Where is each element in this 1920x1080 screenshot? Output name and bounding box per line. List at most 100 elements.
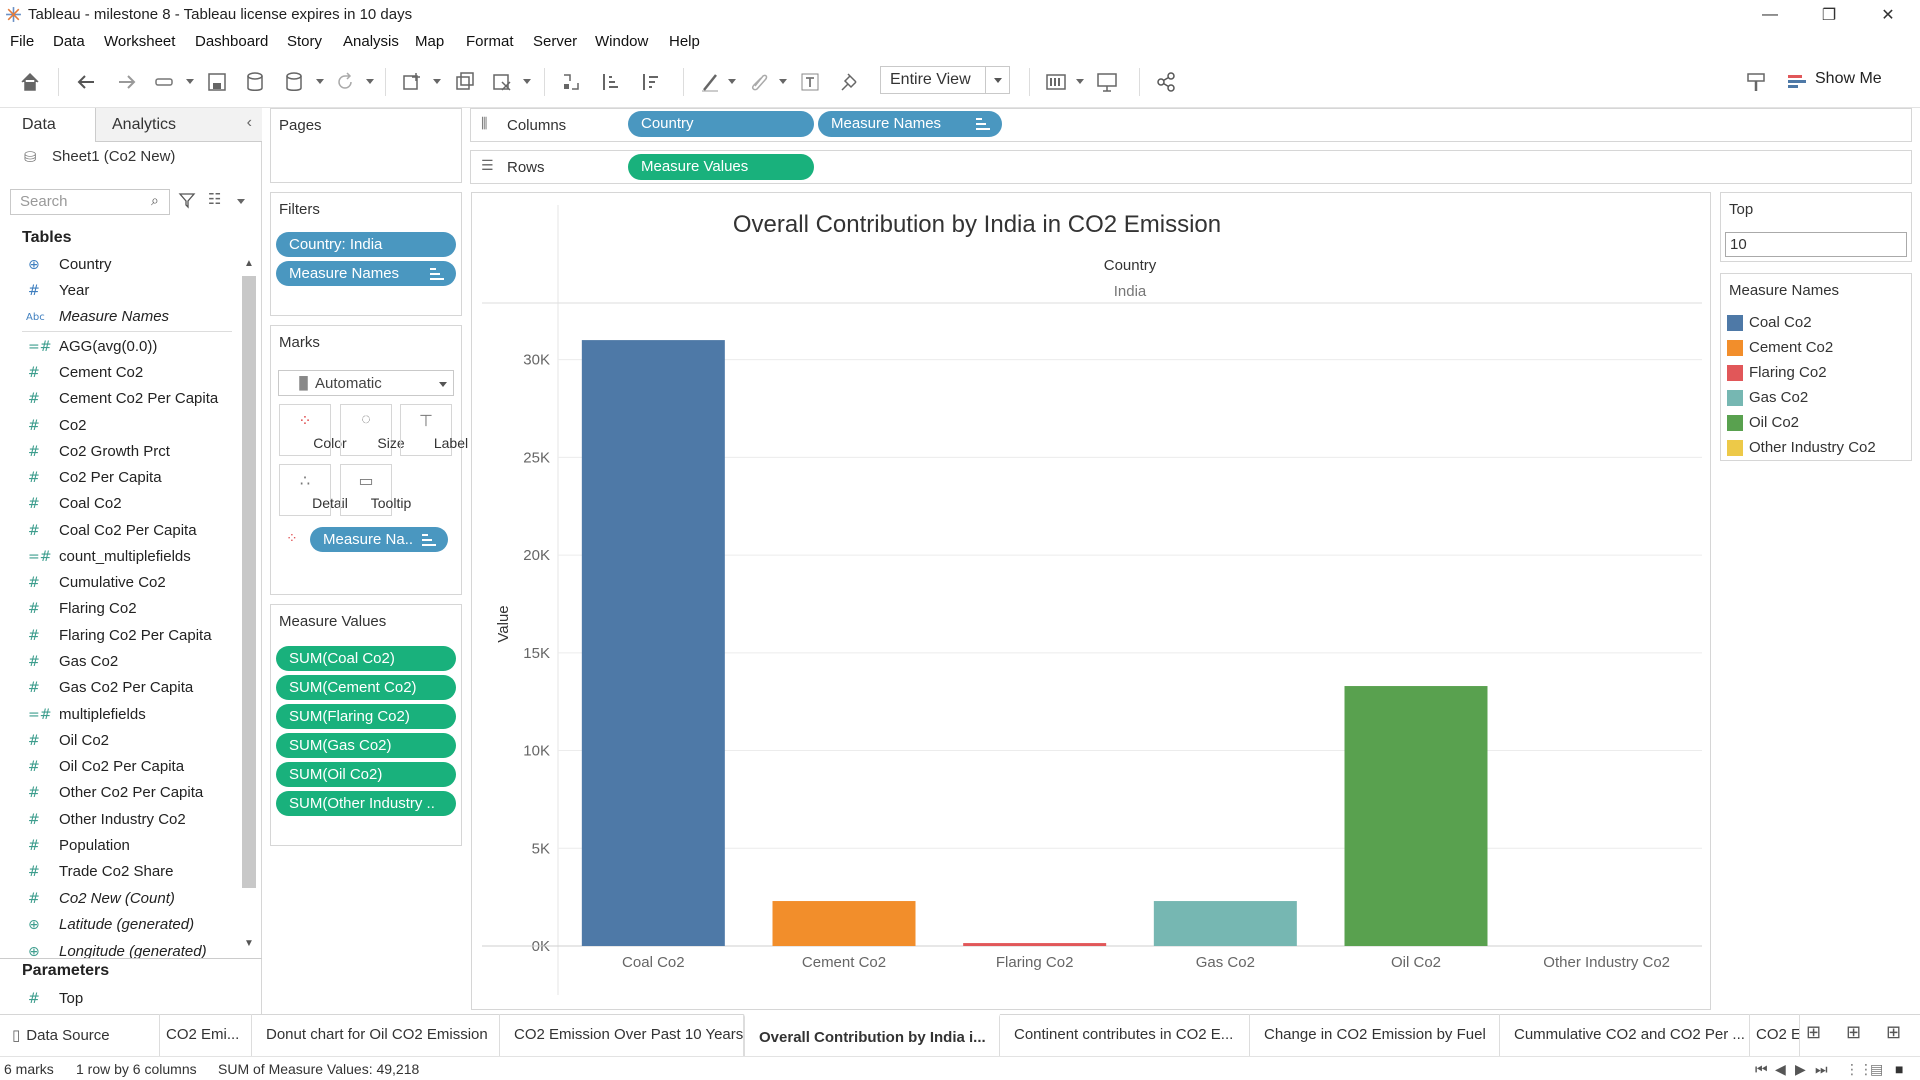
menu-data[interactable]: Data bbox=[53, 33, 85, 50]
tab-analytics[interactable]: Analytics ‹ bbox=[96, 108, 262, 142]
scroll-up-icon[interactable]: ▲ bbox=[242, 258, 256, 274]
measure-value-pill[interactable]: SUM(Gas Co2) bbox=[276, 733, 456, 758]
color-pill-measure-names[interactable]: Measure Na.. bbox=[310, 527, 448, 552]
duplicate-sheet-icon[interactable] bbox=[452, 69, 478, 95]
fit-dropdown[interactable]: Entire View bbox=[880, 66, 1010, 94]
tab-data[interactable]: Data bbox=[0, 108, 96, 142]
field-item[interactable]: # Co2 Per Capita bbox=[0, 466, 235, 492]
menu-format[interactable]: Format bbox=[466, 33, 514, 50]
last-sheet-icon[interactable]: ⏭ bbox=[1815, 1061, 1828, 1078]
save-icon[interactable] bbox=[204, 69, 230, 95]
new-dashboard-tab-icon[interactable]: ⊞ bbox=[1846, 1022, 1861, 1043]
filter-icon[interactable] bbox=[178, 191, 196, 213]
color-button[interactable]: ⁘ Color bbox=[279, 404, 347, 456]
measure-value-pill[interactable]: SUM(Oil Co2) bbox=[276, 762, 456, 787]
refresh-dropdown-icon[interactable] bbox=[366, 79, 374, 84]
search-icon[interactable]: ⌕ bbox=[151, 192, 159, 209]
column-pill-measure-names[interactable]: Measure Names bbox=[818, 111, 1002, 137]
filter-pill-measure-names[interactable]: Measure Names bbox=[276, 261, 456, 286]
view-list-icon[interactable]: ☷ bbox=[208, 190, 221, 208]
scrollbar-thumb[interactable] bbox=[242, 276, 256, 888]
pause-updates-icon[interactable] bbox=[282, 69, 308, 95]
sheet-tab[interactable]: Donut chart for Oil CO2 Emission bbox=[252, 1014, 500, 1056]
mark-type-dropdown[interactable]: ▐▌ Automatic bbox=[278, 370, 454, 396]
format-painter-icon[interactable] bbox=[1743, 69, 1769, 95]
highlight-icon[interactable] bbox=[697, 69, 723, 95]
field-item[interactable]: # Other Industry Co2 bbox=[0, 808, 235, 834]
sheet-sorter-icon[interactable]: ⋮⋮ bbox=[1845, 1061, 1873, 1078]
field-item[interactable]: =# count_multiplefields bbox=[0, 545, 235, 571]
clear-sheet-icon[interactable] bbox=[489, 69, 515, 95]
menu-server[interactable]: Server bbox=[533, 33, 577, 50]
measure-value-pill[interactable]: SUM(Coal Co2) bbox=[276, 646, 456, 671]
view-dropdown-icon[interactable] bbox=[237, 199, 245, 204]
new-worksheet-dropdown-icon[interactable] bbox=[433, 79, 441, 84]
parameter-top[interactable]: # Top bbox=[0, 987, 235, 1013]
pages-shelf[interactable]: Pages bbox=[270, 108, 462, 183]
field-item[interactable]: # Co2 New (Count) bbox=[0, 887, 235, 913]
field-item[interactable]: Abc Measure Names bbox=[0, 305, 235, 331]
undo-icon[interactable] bbox=[74, 69, 100, 95]
menu-map[interactable]: Map bbox=[415, 33, 444, 50]
refresh-icon[interactable] bbox=[332, 69, 358, 95]
sheet-tab[interactable]: CO2 Emi... bbox=[160, 1014, 252, 1056]
row-pill-measure-values[interactable]: Measure Values bbox=[628, 154, 814, 180]
swap-rows-columns-icon[interactable] bbox=[558, 69, 584, 95]
minimize-button[interactable]: — bbox=[1741, 0, 1799, 30]
swap-dropdown-icon[interactable] bbox=[186, 79, 194, 84]
group-members-icon[interactable] bbox=[746, 69, 772, 95]
top-parameter-input[interactable]: 10 bbox=[1725, 232, 1907, 257]
previous-sheet-icon[interactable]: ◀ bbox=[1775, 1061, 1786, 1078]
search-input[interactable]: Search bbox=[10, 189, 170, 215]
new-story-tab-icon[interactable]: ⊞ bbox=[1886, 1022, 1901, 1043]
sheet-tab[interactable]: Continent contributes in CO2 E... bbox=[1000, 1014, 1250, 1056]
datasource-name[interactable]: Sheet1 (Co2 New) bbox=[52, 148, 175, 165]
sort-ascending-icon[interactable] bbox=[598, 69, 624, 95]
field-item[interactable]: # Co2 bbox=[0, 414, 235, 440]
field-item[interactable]: # Cement Co2 bbox=[0, 361, 235, 387]
scroll-down-icon[interactable]: ▼ bbox=[242, 938, 256, 954]
bar-chart[interactable]: CountryIndiaValue0K5K10K15K20K25K30KCoal… bbox=[472, 193, 1710, 1009]
new-datasource-icon[interactable] bbox=[243, 69, 269, 95]
field-item[interactable]: ⊕ Latitude (generated) bbox=[0, 913, 235, 939]
field-item[interactable]: # Gas Co2 bbox=[0, 650, 235, 676]
new-worksheet-tab-icon[interactable]: ⊞ bbox=[1806, 1022, 1821, 1043]
sheet-tab[interactable]: Overall Contribution by India i... bbox=[744, 1014, 1000, 1056]
tabs-view-icon[interactable]: ■ bbox=[1895, 1061, 1903, 1077]
sheet-tab[interactable]: Cummulative CO2 and CO2 Per ... bbox=[1500, 1014, 1750, 1056]
redo-icon[interactable] bbox=[113, 69, 139, 95]
field-list-scrollbar[interactable]: ▲ ▼ bbox=[242, 258, 256, 954]
field-item[interactable]: # Oil Co2 bbox=[0, 729, 235, 755]
field-item[interactable]: # Flaring Co2 Per Capita bbox=[0, 624, 235, 650]
menu-window[interactable]: Window bbox=[595, 33, 648, 50]
first-sheet-icon[interactable]: ⏮ bbox=[1755, 1061, 1768, 1078]
measure-value-pill[interactable]: SUM(Other Industry .. bbox=[276, 791, 456, 816]
sort-descending-icon[interactable] bbox=[638, 69, 664, 95]
show-me-icon[interactable] bbox=[1784, 69, 1810, 95]
field-item[interactable]: # Oil Co2 Per Capita bbox=[0, 755, 235, 781]
next-sheet-icon[interactable]: ▶ bbox=[1795, 1061, 1806, 1078]
field-item[interactable]: # Trade Co2 Share bbox=[0, 860, 235, 886]
datasource-dropdown-icon[interactable] bbox=[316, 79, 324, 84]
field-item[interactable]: =# AGG(avg(0.0)) bbox=[0, 335, 235, 361]
field-item[interactable]: # Coal Co2 bbox=[0, 492, 235, 518]
new-worksheet-icon[interactable] bbox=[399, 69, 425, 95]
show-mark-labels-icon[interactable] bbox=[797, 69, 823, 95]
field-item[interactable]: # Co2 Growth Prct bbox=[0, 440, 235, 466]
chevron-down-icon[interactable] bbox=[439, 382, 447, 387]
menu-dashboard[interactable]: Dashboard bbox=[195, 33, 268, 50]
column-pill-country[interactable]: Country bbox=[628, 111, 814, 137]
chart-view[interactable]: Overall Contribution by India in CO2 Emi… bbox=[471, 192, 1711, 1010]
filter-pill-country[interactable]: Country: India bbox=[276, 232, 456, 257]
field-item[interactable]: # Year bbox=[0, 279, 235, 305]
sheet-tab[interactable]: CO2 E bbox=[1750, 1014, 1800, 1056]
swap-icon[interactable] bbox=[152, 69, 178, 95]
measure-value-pill[interactable]: SUM(Flaring Co2) bbox=[276, 704, 456, 729]
field-item[interactable]: # Cumulative Co2 bbox=[0, 571, 235, 597]
size-button[interactable]: ◌ Size bbox=[340, 404, 405, 456]
home-icon[interactable] bbox=[17, 69, 43, 95]
tab-data-source[interactable]: ▯ Data Source bbox=[0, 1014, 160, 1056]
menu-analysis[interactable]: Analysis bbox=[343, 33, 399, 50]
pin-axes-icon[interactable] bbox=[837, 69, 863, 95]
share-icon[interactable] bbox=[1153, 69, 1179, 95]
